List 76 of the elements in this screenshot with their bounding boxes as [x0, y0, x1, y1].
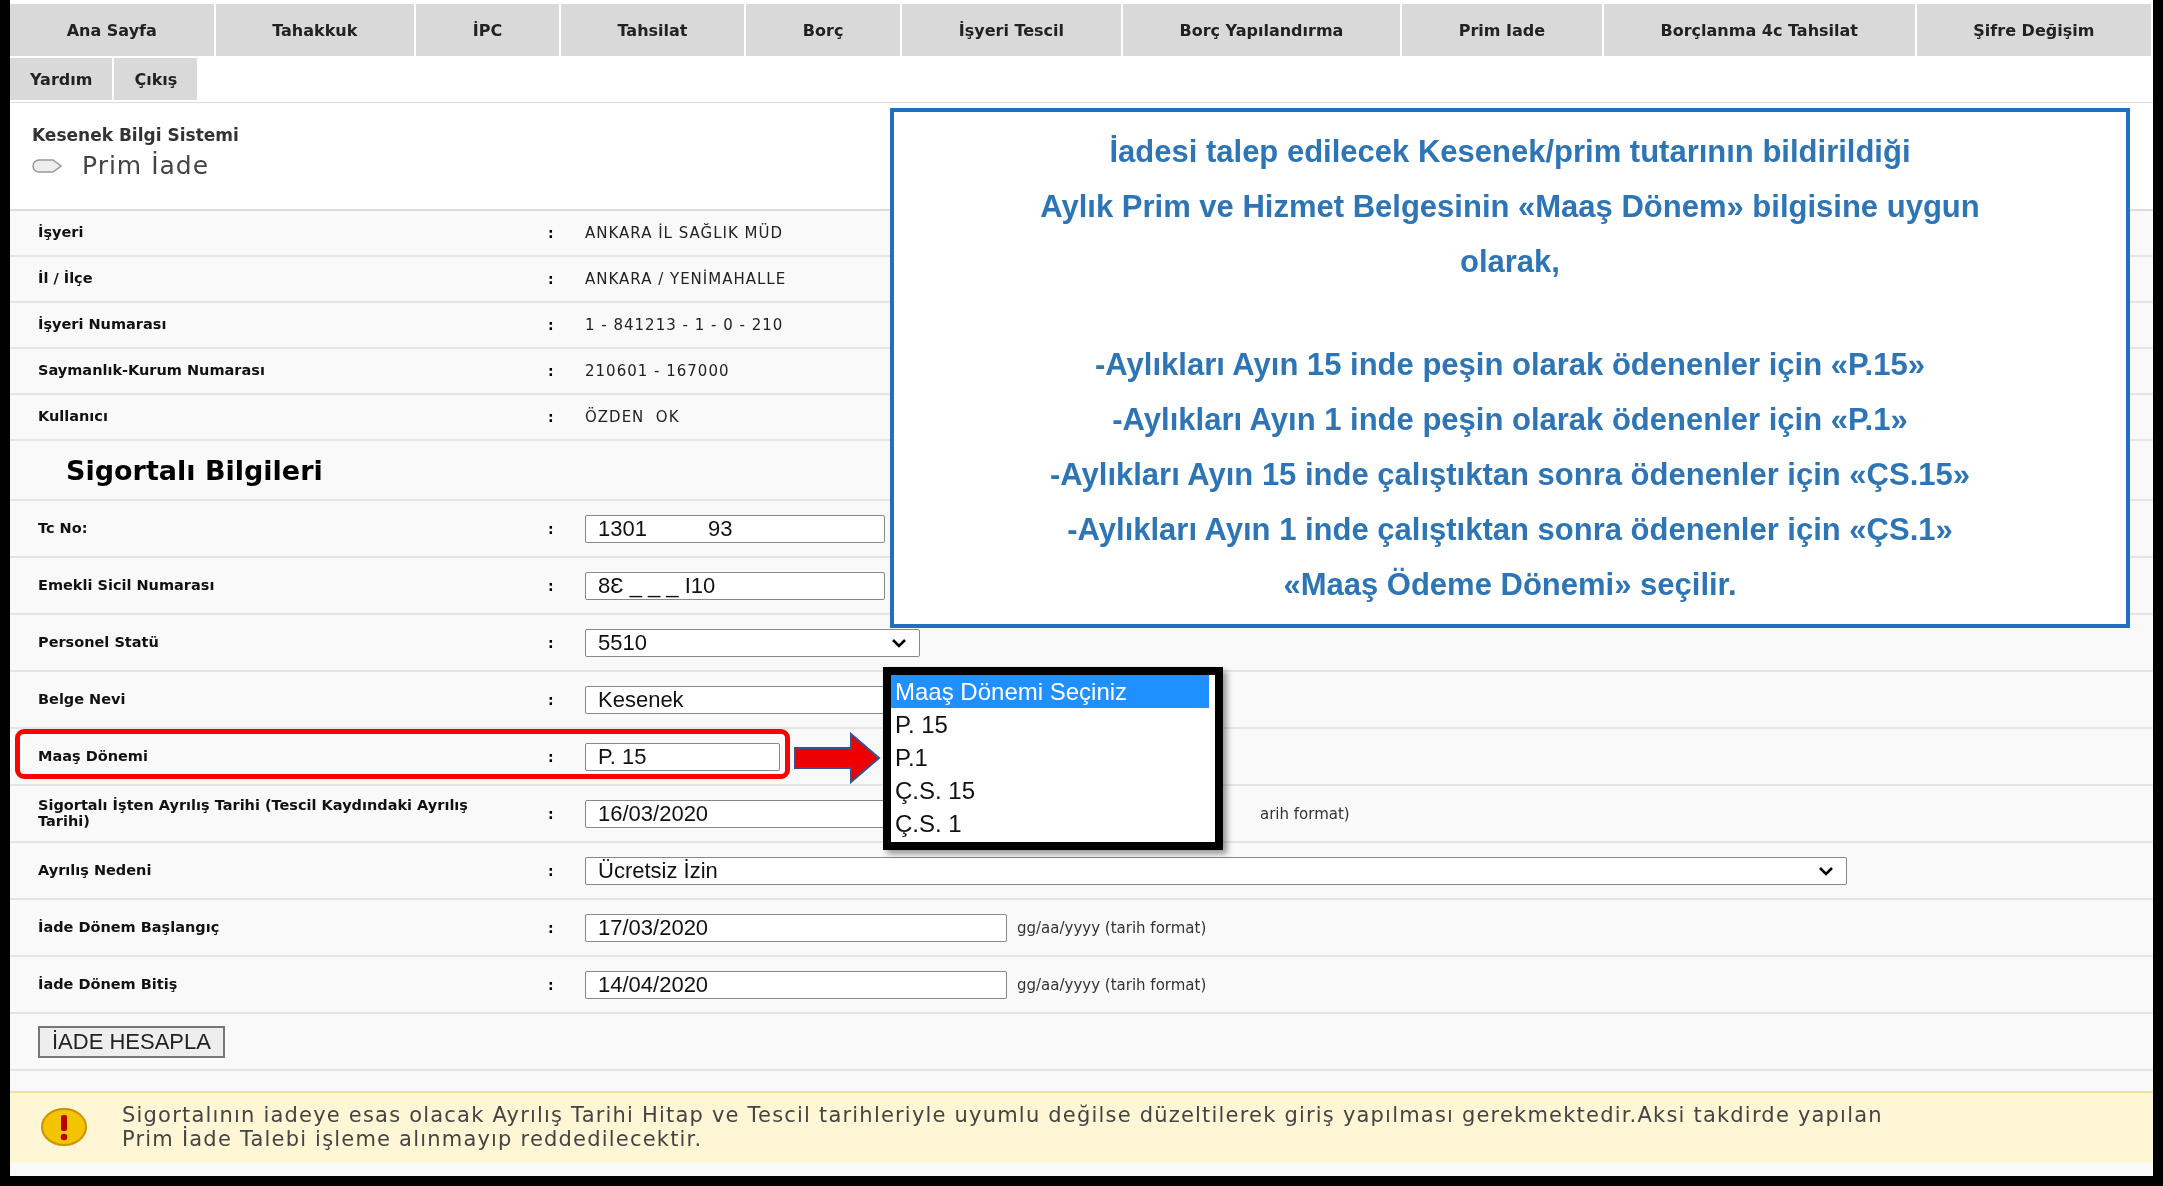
colon-separator: : [548, 317, 555, 333]
field-label: Kullanıcı [37, 409, 109, 425]
nav-tab[interactable]: Tahsilat [560, 4, 747, 58]
field-value: ANKARA / YENİMAHALLE [585, 270, 787, 288]
field-label: İşyeri [37, 225, 85, 241]
nav-tab[interactable]: Tahakkuk [215, 4, 417, 58]
field-label: Emekli Sicil Numarası [37, 577, 216, 594]
colon-separator: : [548, 919, 555, 936]
arrow-icon [793, 732, 881, 784]
warning-text: Sigortalının iadeye esas olacak Ayrılış Tarihi Hitap ve Tescil tarihleriyle uyumlu değilse düzeltilerek giriş yapılması gerekmektedir.Aksi takdirde yapılan Prim İade Talebi işleme alınmayıp reddedilecektir. [122, 1103, 1884, 1152]
section-title: Sigortalı Bilgileri [66, 454, 323, 486]
chevron-icon [1818, 865, 1834, 876]
field-value: ÖZDEN OK [585, 408, 680, 426]
callout-text: İadesi talep edilecek Kesenek/prim tutarının bildirildiği [1109, 133, 1911, 171]
callout-item: -Aylıkları Ayın 1 inde çalıştıktan sonra ödenenler için «ÇS.1» [1067, 511, 1953, 549]
field-label: Saymanlık-Kurum Numarası [37, 363, 266, 379]
chevron-icon [891, 637, 907, 648]
field-label: Sigortalı İşten Ayrılış Tarihi (Tescil Kaydındaki Ayrılış Tarihi) [37, 798, 469, 829]
nav-tab[interactable]: İPC [416, 4, 561, 58]
select-field[interactable]: Ücretsiz İzin [585, 856, 1847, 885]
nav-tab[interactable]: Çıkış [114, 58, 200, 102]
callout-item: -Aylıkları Ayın 15 inde çalıştıktan sonra ödenenler için «ÇS.15» [1050, 456, 1970, 494]
text-field[interactable]: 17/03/2020 [585, 913, 1007, 942]
text-field[interactable]: P. 15 [585, 742, 780, 771]
page-title: Prim İade [82, 151, 210, 180]
text-field[interactable]: 8Ɛ _ _ _ I10 [585, 571, 885, 600]
nav-tab[interactable]: Borç [746, 4, 903, 58]
nav-tab[interactable]: Borç Yapılandırma [1122, 4, 1403, 58]
colon-separator: : [548, 577, 555, 594]
field-value: 210601 - 167000 [585, 362, 730, 380]
select-field[interactable]: 5510 [585, 628, 920, 657]
format-hint: arih format) [1260, 804, 1350, 823]
field-label: Ayrılış Nedeni [37, 862, 153, 879]
colon-separator: : [548, 805, 555, 822]
colon-separator: : [548, 634, 555, 651]
callout-text: olarak, [1460, 243, 1560, 281]
format-hint: gg/aa/yyyy (tarih format) [1017, 975, 1207, 994]
field-value: ANKARA İL SAĞLIK MÜD [585, 224, 783, 242]
field-label: İade Dönem Bitiş [37, 976, 179, 993]
nav-tab[interactable]: Prim Iade [1402, 4, 1604, 58]
nav-tab[interactable]: Şifre Değişim [1916, 4, 2153, 58]
field-label: Personel Statü [37, 634, 160, 651]
field-label: İl / İlçe [37, 271, 94, 287]
colon-separator: : [548, 520, 555, 537]
callout-text: Aylık Prim ve Hizmet Belgesinin «Maaş Dönem» bilgisine uygun [1040, 188, 1980, 226]
nav-tab[interactable]: Yardım [10, 58, 115, 102]
field-value: 1 - 841213 - 1 - 0 - 210 [585, 316, 784, 334]
nav-tab[interactable]: İşyeri Tescil [902, 4, 1123, 58]
nav-tab[interactable]: Borçlanma 4c Tahsilat [1603, 4, 1917, 58]
colon-separator: : [548, 691, 555, 708]
field-label: İade Dönem Başlangıç [37, 919, 221, 936]
warning-icon [40, 1107, 88, 1148]
callout-item: -Aylıkları Ayın 1 inde peşin olarak ödenenler için «P.1» [1112, 401, 1908, 439]
colon-separator: : [548, 976, 555, 993]
callout-item: -Aylıkları Ayın 15 inde peşin olarak ödenenler için «P.15» [1095, 346, 1925, 384]
format-hint: gg/aa/yyyy (tarih format) [1017, 918, 1207, 937]
callout-text: «Maaş Ödeme Dönemi» seçilir. [1283, 566, 1737, 604]
calculate-button[interactable]: İADE HESAPLA [38, 1025, 225, 1058]
text-field[interactable]: 14/04/2020 [585, 970, 1007, 999]
pill-icon [32, 158, 62, 173]
colon-separator: : [548, 271, 555, 287]
field-label: Belge Nevi [37, 691, 127, 708]
colon-separator: : [548, 225, 555, 241]
colon-separator: : [548, 748, 555, 765]
field-label: İşyeri Numarası [37, 317, 168, 333]
text-field[interactable]: Kesenek [585, 685, 885, 714]
dropdown-option[interactable]: P.1 [891, 741, 1209, 774]
dropdown-option[interactable]: P. 15 [891, 708, 1209, 741]
text-field[interactable]: 1301 93 [585, 514, 885, 543]
colon-separator: : [548, 363, 555, 379]
colon-separator: : [548, 862, 555, 879]
nav-tab[interactable]: Ana Sayfa [10, 4, 216, 58]
colon-separator: : [548, 409, 555, 425]
system-name: Kesenek Bilgi Sistemi [32, 125, 240, 145]
field-label: Tc No: [37, 520, 89, 537]
field-label: Maaş Dönemi [37, 748, 149, 765]
